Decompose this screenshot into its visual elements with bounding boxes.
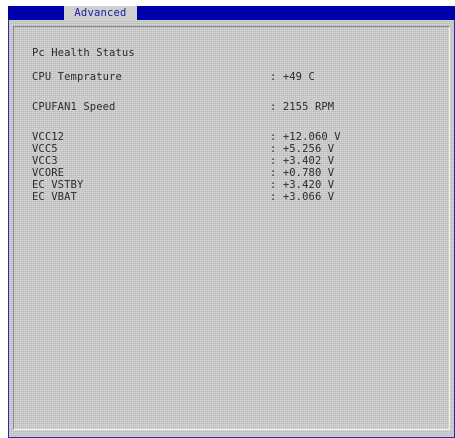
ec-vstby-value: : +3.420 V <box>270 179 335 191</box>
pc-health-status-panel: Pc Health Status CPU Temprature : +49 C … <box>13 26 450 430</box>
tab-advanced[interactable]: Advanced <box>64 6 137 20</box>
page-title: Pc Health Status <box>32 47 135 59</box>
bios-title-bar: Advanced <box>8 6 455 20</box>
vcc3-label: VCC3 <box>32 155 58 167</box>
ec-vbat-value: : +3.066 V <box>270 191 335 203</box>
vcc5-value: : +5.256 V <box>270 143 335 155</box>
vcore-label: VCORE <box>32 167 65 179</box>
vcc12-value: : +12.060 V <box>270 131 341 143</box>
cpu-temperature-value: : +49 C <box>270 71 315 83</box>
cpufan1-speed-label: CPUFAN1 Speed <box>32 101 116 113</box>
vcore-value: : +0.780 V <box>270 167 335 179</box>
vcc3-value: : +3.402 V <box>270 155 335 167</box>
cpu-temperature-label: CPU Temprature <box>32 71 122 83</box>
ec-vstby-label: EC VSTBY <box>32 179 84 191</box>
vcc12-label: VCC12 <box>32 131 65 143</box>
cpufan1-speed-value: : 2155 RPM <box>270 101 335 113</box>
vcc5-label: VCC5 <box>32 143 58 155</box>
ec-vbat-label: EC VBAT <box>32 191 77 203</box>
main-panel: Pc Health Status CPU Temprature : +49 C … <box>8 20 455 438</box>
